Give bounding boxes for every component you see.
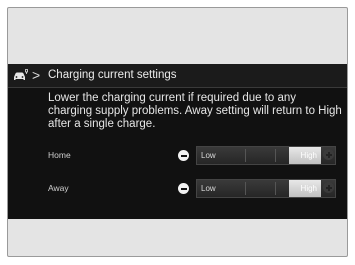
- slider-tick: [245, 182, 246, 195]
- description-text: Lower the charging current if required d…: [48, 92, 342, 130]
- setting-row-away: Away Low High: [8, 177, 347, 201]
- slider-max-label-home: High: [300, 151, 317, 160]
- ev-car-icon: [14, 69, 28, 80]
- increase-button-away[interactable]: [323, 182, 334, 193]
- setting-row-home: Home Low High: [8, 144, 347, 168]
- setting-label-home: Home: [48, 150, 71, 160]
- current-slider-home[interactable]: Low High: [196, 146, 336, 165]
- breadcrumb-chevron: >: [32, 67, 41, 83]
- increase-button-home[interactable]: [323, 149, 334, 160]
- slider-min-label-away: Low: [201, 184, 216, 193]
- setting-label-away: Away: [48, 183, 69, 193]
- slider-min-label-home: Low: [201, 151, 216, 160]
- decrease-button-away[interactable]: [178, 183, 189, 194]
- current-slider-away[interactable]: Low High: [196, 179, 336, 198]
- screen-header: > Charging current settings: [8, 64, 347, 88]
- slider-max-label-away: High: [300, 184, 317, 193]
- decrease-button-home[interactable]: [178, 150, 189, 161]
- slider-tick: [245, 149, 246, 162]
- figure-frame: > Charging current settings Lower the ch…: [7, 7, 348, 257]
- display-screen: > Charging current settings Lower the ch…: [8, 64, 347, 219]
- slider-tick: [275, 182, 276, 195]
- slider-tick: [275, 149, 276, 162]
- screen-title: Charging current settings: [48, 69, 177, 81]
